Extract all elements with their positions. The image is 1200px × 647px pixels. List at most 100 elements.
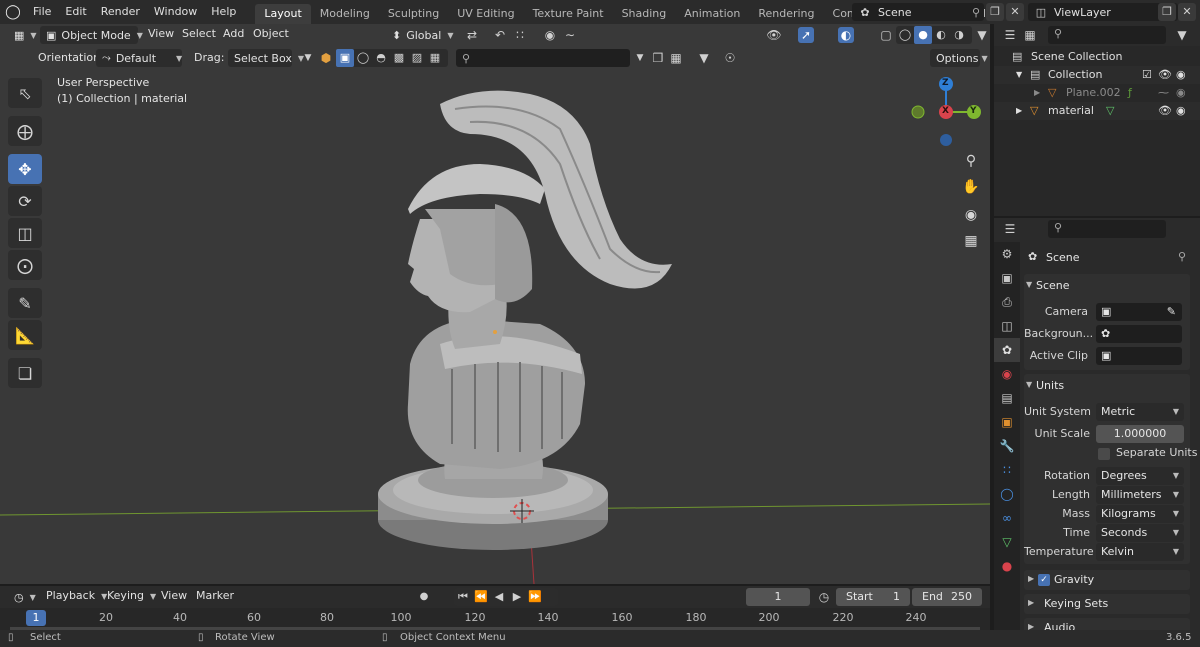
- render-tab-icon[interactable]: ▣: [994, 266, 1020, 290]
- bust-model[interactable]: [378, 90, 672, 550]
- end-frame-field[interactable]: End 250: [912, 588, 982, 606]
- outliner-row-plane[interactable]: ▶ ▽ Plane.002 ƒ ⁓ ◉: [994, 84, 1200, 102]
- perspective-grid-icon[interactable]: ▦: [960, 230, 982, 252]
- camera-icon[interactable]: ◉: [1176, 66, 1186, 84]
- constraints-tab-icon[interactable]: ∞: [994, 506, 1020, 530]
- tab-animation[interactable]: Animation: [675, 4, 749, 24]
- expand-arrow-icon[interactable]: ▶: [1028, 598, 1034, 607]
- expand-arrow-icon[interactable]: ▶: [1028, 574, 1034, 583]
- length-dropdown[interactable]: Millimeters ▼: [1096, 486, 1184, 504]
- camera-icon[interactable]: ◉: [1176, 102, 1186, 120]
- collapse-arrow-icon[interactable]: ▼: [1026, 280, 1032, 289]
- audio-panel[interactable]: ▶ Audio: [1024, 618, 1190, 630]
- menu-playback[interactable]: Playback ▼: [46, 586, 107, 606]
- record-icon[interactable]: ●: [416, 589, 432, 605]
- time-dropdown[interactable]: Seconds ▼: [1096, 524, 1184, 542]
- tab-shading[interactable]: Shading: [613, 4, 676, 24]
- menu-marker[interactable]: Marker: [196, 586, 234, 606]
- outliner-row-scene-collection[interactable]: ▤ Scene Collection: [994, 48, 1200, 66]
- menu-timeline-view[interactable]: View: [161, 586, 187, 606]
- next-keyframe-icon[interactable]: ⏩: [526, 588, 544, 606]
- tool-tab-icon[interactable]: ⚙: [994, 242, 1020, 266]
- active-clip-field[interactable]: ▣: [1096, 347, 1182, 365]
- view-layer-tab-icon[interactable]: ◫: [994, 314, 1020, 338]
- menu-window[interactable]: Window: [147, 0, 204, 24]
- checkbox-icon[interactable]: ☑: [1142, 66, 1152, 84]
- prev-keyframe-icon[interactable]: ⏪: [472, 588, 490, 606]
- jump-start-icon[interactable]: ⏮: [454, 588, 472, 606]
- menu-keying[interactable]: Keying ▼: [107, 586, 156, 606]
- properties-search-input[interactable]: ⚲: [1048, 220, 1166, 238]
- outliner-search-input[interactable]: ⚲: [1048, 26, 1166, 44]
- eye-icon[interactable]: 👁: [1158, 66, 1172, 84]
- clock-icon[interactable]: ◷: [816, 589, 832, 605]
- zoom-icon[interactable]: ⚲: [960, 150, 982, 172]
- camera-icon[interactable]: ◉: [1176, 84, 1186, 102]
- new-view-layer-icon[interactable]: ❐: [1158, 3, 1176, 21]
- separate-units-checkbox[interactable]: [1098, 448, 1110, 460]
- tab-layout[interactable]: Layout: [255, 4, 311, 24]
- pin-icon[interactable]: ⚲: [972, 6, 980, 19]
- collection-tab-icon[interactable]: ▤: [994, 386, 1020, 410]
- scene-panel-title[interactable]: Scene: [1036, 279, 1070, 292]
- data-tab-icon[interactable]: ▽: [994, 530, 1020, 554]
- delete-view-layer-icon[interactable]: ✕: [1178, 3, 1196, 21]
- expand-arrow-icon[interactable]: ▶: [1016, 102, 1022, 120]
- eyedropper-icon[interactable]: ✎: [1167, 303, 1176, 321]
- expand-arrow-icon[interactable]: ▶: [1034, 84, 1040, 102]
- units-panel-title[interactable]: Units: [1036, 379, 1064, 392]
- tab-sculpting[interactable]: Sculpting: [379, 4, 448, 24]
- tab-uv-editing[interactable]: UV Editing: [448, 4, 523, 24]
- delete-scene-icon[interactable]: ✕: [1006, 3, 1024, 21]
- blender-logo-icon[interactable]: ◯: [0, 0, 26, 24]
- 3d-viewport[interactable]: ▦ ▼ ▣ Object Mode ▼ View Select Add Object…: [0, 24, 990, 584]
- pin-icon[interactable]: ⚲: [1178, 250, 1186, 263]
- start-frame-field[interactable]: Start 1: [836, 588, 910, 606]
- unit-scale-field[interactable]: 1.000000: [1096, 425, 1184, 443]
- object-tab-icon[interactable]: ▣: [994, 410, 1020, 434]
- material-tab-icon[interactable]: ●: [994, 554, 1020, 578]
- viewport-scene[interactable]: [0, 24, 990, 584]
- play-icon[interactable]: ▶: [508, 588, 526, 606]
- particles-tab-icon[interactable]: ∷: [994, 458, 1020, 482]
- menu-edit[interactable]: Edit: [58, 0, 93, 24]
- new-scene-icon[interactable]: ❐: [986, 3, 1004, 21]
- display-mode-icon[interactable]: ▦: [1022, 27, 1038, 43]
- menu-help[interactable]: Help: [204, 0, 243, 24]
- scene-tab-icon[interactable]: ✿: [994, 338, 1020, 362]
- play-reverse-icon[interactable]: ◀: [490, 588, 508, 606]
- tab-texture-paint[interactable]: Texture Paint: [524, 4, 613, 24]
- outliner-editor-type-icon[interactable]: ☰: [1002, 27, 1018, 43]
- outliner-row-material[interactable]: ▶ ▽ material ▽ 👁 ◉: [994, 102, 1200, 120]
- camera-view-icon[interactable]: ◉: [960, 204, 982, 226]
- unit-system-dropdown[interactable]: Metric ▼: [1096, 403, 1184, 421]
- expand-arrow-icon[interactable]: ▼: [1016, 66, 1022, 84]
- mass-dropdown[interactable]: Kilograms ▼: [1096, 505, 1184, 523]
- pan-hand-icon[interactable]: ✋: [960, 176, 982, 198]
- physics-tab-icon[interactable]: ◯: [994, 482, 1020, 506]
- background-scene-field[interactable]: ✿: [1096, 325, 1182, 343]
- menu-render[interactable]: Render: [94, 0, 147, 24]
- outliner-row-collection[interactable]: ▼ ▤ Collection ☑ 👁 ◉: [994, 66, 1200, 84]
- tab-modeling[interactable]: Modeling: [311, 4, 379, 24]
- tab-rendering[interactable]: Rendering: [749, 4, 823, 24]
- menu-file[interactable]: File: [26, 0, 58, 24]
- eye-closed-icon[interactable]: ⁓: [1158, 84, 1169, 102]
- rotation-dropdown[interactable]: Degrees ▼: [1096, 467, 1184, 485]
- collapse-arrow-icon[interactable]: ▼: [1026, 380, 1032, 389]
- timeline-editor-type-icon[interactable]: ◷ ▼: [8, 588, 36, 606]
- eye-icon[interactable]: 👁: [1158, 102, 1172, 120]
- temperature-dropdown[interactable]: Kelvin ▼: [1096, 543, 1184, 561]
- gravity-checkbox[interactable]: ✓: [1038, 574, 1050, 586]
- frame-ruler[interactable]: 1 20 40 60 80 100 120 140 160 180 200 22…: [0, 608, 990, 630]
- expand-arrow-icon[interactable]: ▶: [1028, 622, 1034, 630]
- gravity-panel[interactable]: ▶ ✓ Gravity: [1024, 570, 1190, 590]
- scene-selector[interactable]: ✿ Scene ⚲: [852, 3, 984, 21]
- current-frame-field[interactable]: 1: [746, 588, 810, 606]
- properties-editor-type-icon[interactable]: ☰: [1002, 221, 1018, 237]
- output-tab-icon[interactable]: ⎙: [994, 290, 1020, 314]
- modifier-tab-icon[interactable]: 🔧: [994, 434, 1020, 458]
- camera-field[interactable]: ▣ ✎: [1096, 303, 1182, 321]
- view-layer-selector[interactable]: ◫ ViewLayer: [1028, 3, 1178, 21]
- world-tab-icon[interactable]: ◉: [994, 362, 1020, 386]
